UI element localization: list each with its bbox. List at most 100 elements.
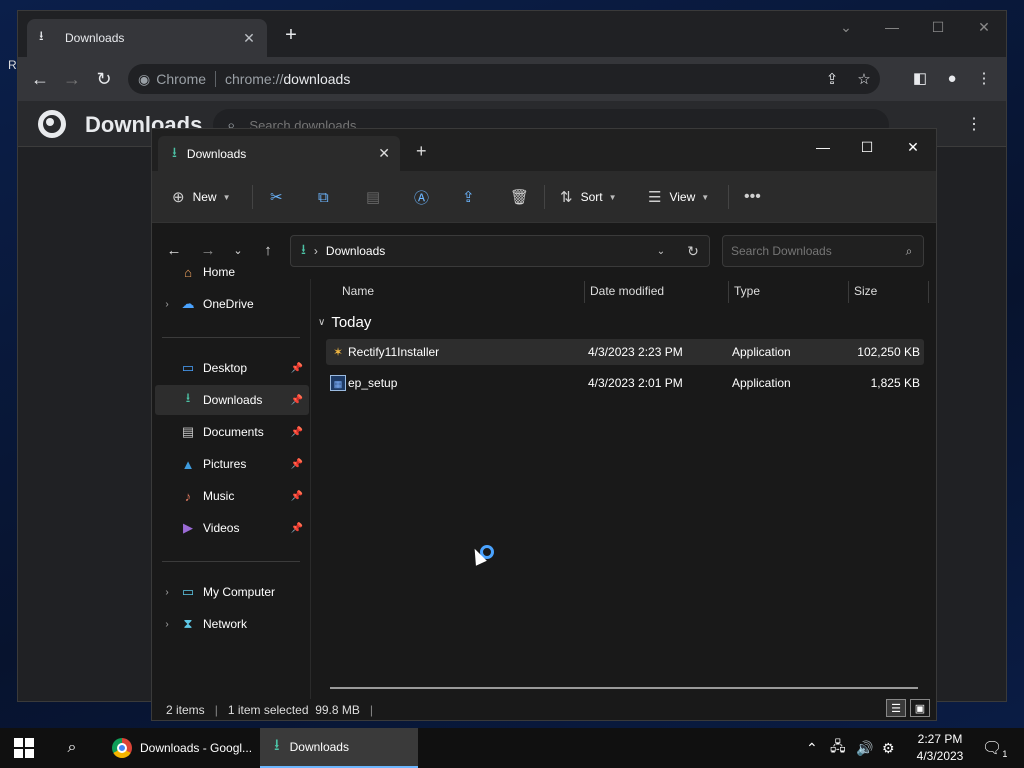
share-button[interactable]: ⇪: [462, 185, 475, 209]
column-separator[interactable]: [928, 281, 929, 303]
status-separator: |: [369, 703, 374, 717]
search-downloads-input[interactable]: [731, 244, 895, 258]
nav-item-videos[interactable]: ▶ Videos 📌: [155, 513, 309, 543]
taskbar-app-chrome[interactable]: Downloads - Googl...: [104, 728, 258, 768]
close-button[interactable]: ✕: [898, 135, 928, 159]
share-icon[interactable]: ⇪: [816, 70, 848, 88]
file-list: Name Date modified Type Size ∨ Today ✶ Re…: [312, 279, 936, 699]
more-options-icon[interactable]: ⋮: [966, 114, 982, 134]
reload-button[interactable]: ↻: [93, 68, 115, 90]
sort-button[interactable]: ⇅ Sort ▼: [560, 185, 617, 209]
nav-item-label: Pictures: [203, 457, 247, 471]
nav-item-home[interactable]: ⌂ Home: [155, 257, 309, 287]
nav-item-desktop[interactable]: ▭ Desktop 📌: [155, 353, 309, 383]
view-button[interactable]: ☰ View ▼: [648, 185, 709, 209]
nav-item-pictures[interactable]: ▲ Pictures 📌: [155, 449, 309, 479]
breadcrumb-chevron-icon: ›: [313, 244, 318, 258]
horizontal-scrollbar[interactable]: [330, 687, 918, 689]
download-icon: ⭳: [39, 28, 44, 43]
network-tray-icon[interactable]: 🖧: [830, 728, 846, 768]
column-separator[interactable]: [584, 281, 585, 303]
file-row[interactable]: ✶ Rectify11Installer 4/3/2023 2:23 PM Appli…: [326, 339, 924, 365]
windows-logo-icon: [14, 738, 23, 747]
address-history-icon[interactable]: ⌄: [645, 246, 677, 257]
volume-icon[interactable]: 🔊: [856, 728, 873, 768]
new-tab-button[interactable]: +: [280, 25, 302, 47]
column-header-name[interactable]: Name: [342, 279, 374, 303]
copy-button[interactable]: ⧉: [318, 185, 329, 209]
nav-item-label: Videos: [203, 521, 240, 535]
explorer-tab-downloads[interactable]: ⭳ Downloads ✕: [158, 136, 400, 171]
expand-chevron-icon[interactable]: ›: [155, 619, 179, 630]
delete-button[interactable]: 🗑: [510, 185, 529, 209]
explorer-search[interactable]: ⌕: [722, 235, 924, 267]
nav-item-label: Network: [203, 617, 248, 631]
nav-item-onedrive[interactable]: › ☁ OneDrive: [155, 289, 309, 319]
column-header-size[interactable]: Size: [854, 279, 877, 303]
nav-item-my-computer[interactable]: › ▭ My Computer: [155, 577, 309, 607]
chrome-tab-downloads[interactable]: ⭳ Downloads ✕: [27, 19, 267, 57]
chrome-tabstrip: ⭳ Downloads ✕ + ⌄ — ☐ ✕: [18, 11, 1006, 57]
expand-chevron-icon[interactable]: ›: [155, 299, 179, 310]
paste-button[interactable]: ▤: [366, 185, 380, 209]
download-icon: ⭳: [185, 390, 191, 405]
column-header-type[interactable]: Type: [734, 279, 760, 303]
minimize-button[interactable]: —: [880, 19, 904, 39]
pin-icon: 📌: [290, 522, 304, 534]
back-button[interactable]: ←: [29, 68, 51, 90]
group-header-today[interactable]: ∨ Today: [318, 311, 371, 333]
refresh-icon[interactable]: ↻: [677, 243, 709, 260]
details-view-icon[interactable]: ☰: [886, 699, 906, 717]
site-info-chip[interactable]: ◉ Chrome: [138, 71, 206, 88]
file-row[interactable]: ▦ ep_setup 4/3/2023 2:01 PM Application 1,82…: [326, 370, 924, 396]
system-clock[interactable]: 2:27 PM 4/3/2023: [910, 731, 970, 765]
close-tab-icon[interactable]: ✕: [378, 145, 390, 162]
search-icon[interactable]: ⌕: [62, 738, 82, 758]
expand-chevron-icon[interactable]: ›: [155, 587, 179, 598]
nav-item-music[interactable]: ♪ Music 📌: [155, 481, 309, 511]
nav-item-label: Music: [203, 489, 235, 503]
nav-item-downloads[interactable]: ⭳ Downloads 📌: [155, 385, 309, 415]
taskbar-app-label: Downloads - Googl...: [140, 741, 253, 755]
omnibox-separator: [215, 71, 217, 87]
show-hidden-icons[interactable]: ⌃: [806, 728, 818, 768]
view-list-icon: ☰: [648, 189, 662, 206]
new-button[interactable]: ⊕ New ▼: [172, 185, 231, 209]
tiles-view-icon[interactable]: ▣: [910, 699, 930, 717]
notification-icon[interactable]: 🗨1: [982, 738, 1007, 759]
maximize-button[interactable]: ☐: [852, 135, 882, 159]
taskbar-app-explorer[interactable]: ⭳ Downloads: [260, 728, 418, 768]
start-button[interactable]: [14, 738, 34, 758]
forward-button[interactable]: →: [61, 68, 83, 90]
share-icon: ⇪: [462, 189, 475, 206]
tab-search-icon[interactable]: ⌄: [834, 19, 858, 39]
new-tab-button[interactable]: +: [416, 141, 427, 162]
chrome-tab-title: Downloads: [65, 31, 125, 45]
nav-item-network[interactable]: › ⧗ Network: [155, 609, 309, 639]
rename-button[interactable]: Ⓐ: [414, 185, 429, 209]
minimize-button[interactable]: —: [808, 135, 838, 159]
pane-divider[interactable]: [310, 279, 311, 699]
menu-icon[interactable]: ⋮: [973, 68, 995, 90]
see-more-button[interactable]: •••: [744, 185, 761, 209]
nav-item-documents[interactable]: ▤ Documents 📌: [155, 417, 309, 447]
nav-pane-separator: [162, 337, 300, 338]
column-header-date[interactable]: Date modified: [590, 279, 664, 303]
file-name: Rectify11Installer: [348, 345, 440, 359]
column-separator[interactable]: [848, 281, 849, 303]
pin-icon: 📌: [290, 394, 304, 406]
bookmark-star-icon[interactable]: ☆: [848, 70, 880, 88]
breadcrumb-current[interactable]: Downloads: [326, 244, 645, 258]
omnibox[interactable]: ◉ Chrome chrome:// downloads ⇪ ☆: [128, 64, 880, 94]
side-panel-icon[interactable]: ◧: [909, 68, 931, 90]
address-bar[interactable]: ⭳ › Downloads ⌄ ↻: [290, 235, 710, 267]
maximize-button[interactable]: ☐: [926, 19, 950, 39]
column-separator[interactable]: [728, 281, 729, 303]
close-tab-icon[interactable]: ✕: [241, 30, 257, 47]
documents-icon: ▤: [181, 424, 195, 439]
settings-gear-icon[interactable]: ⚙: [882, 728, 895, 768]
cut-button[interactable]: ✂: [270, 185, 283, 209]
cloud-icon: ☁: [181, 296, 195, 311]
close-button[interactable]: ✕: [972, 19, 996, 39]
profile-icon[interactable]: ●: [941, 68, 963, 90]
